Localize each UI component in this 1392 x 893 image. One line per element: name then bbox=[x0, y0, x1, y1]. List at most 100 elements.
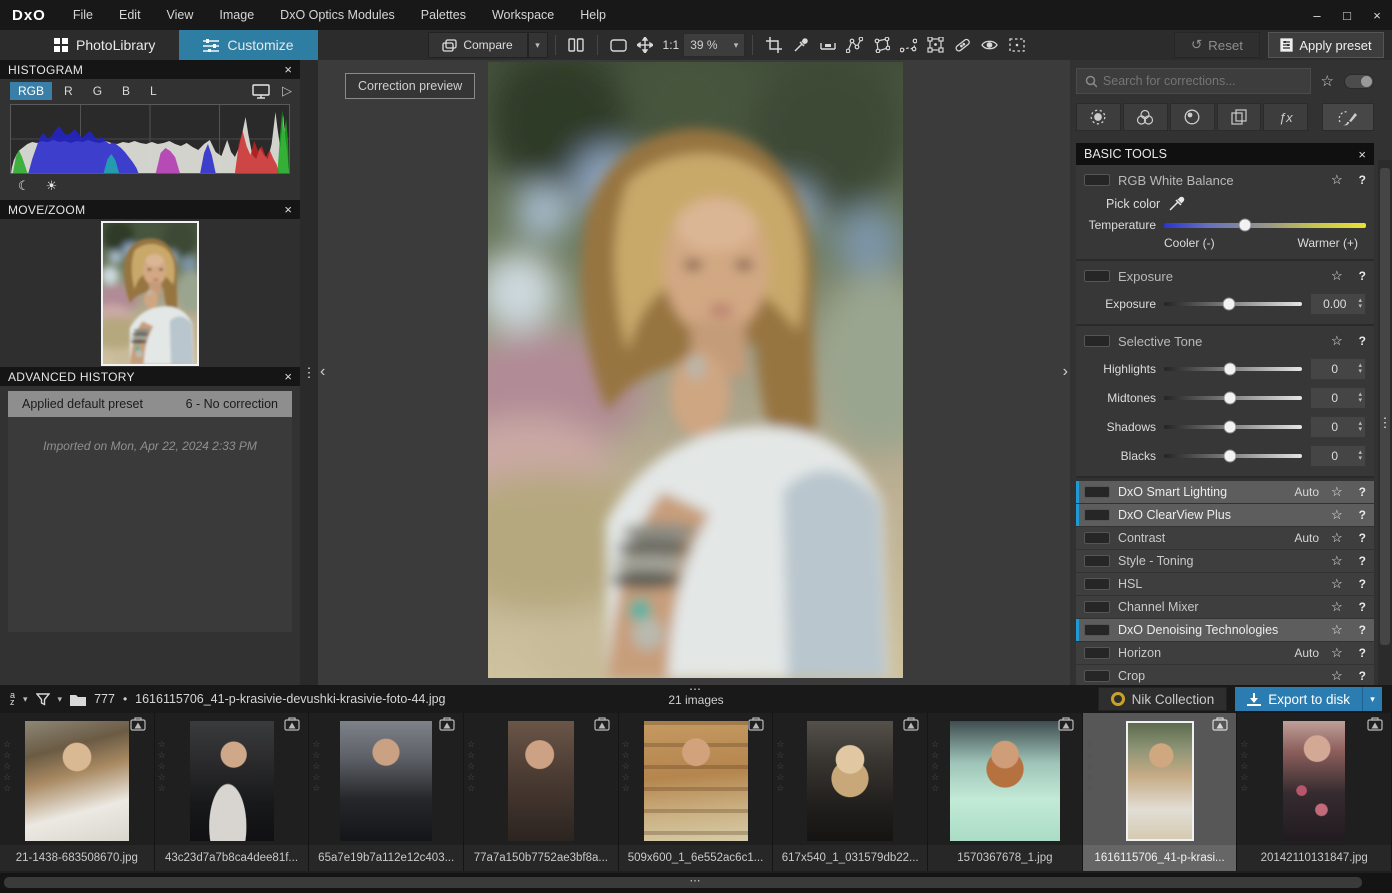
filmstrip-item[interactable]: ☆☆☆☆☆ 20142110131847.jpg bbox=[1237, 713, 1392, 871]
menu-dxo-optics-modules[interactable]: DxO Optics Modules bbox=[267, 0, 408, 30]
fx-category-icon[interactable]: ƒx bbox=[1263, 103, 1308, 131]
menu-file[interactable]: File bbox=[60, 0, 106, 30]
eyedropper-icon[interactable] bbox=[787, 32, 814, 58]
help-icon[interactable]: ? bbox=[1359, 577, 1366, 591]
slider-knob[interactable] bbox=[1222, 298, 1235, 311]
correction-preview-button[interactable]: Correction preview bbox=[345, 73, 475, 99]
midtones-slider[interactable] bbox=[1164, 396, 1302, 400]
midtones-value-box[interactable]: 0▴▾ bbox=[1310, 387, 1366, 409]
exposure-slider[interactable] bbox=[1164, 302, 1302, 306]
horizon-tool-icon[interactable] bbox=[814, 32, 841, 58]
highlight-clipping-sun-icon[interactable]: ☀ bbox=[46, 178, 58, 194]
histogram-tab-rgb[interactable]: RGB bbox=[10, 82, 52, 100]
nik-collection-button[interactable]: Nik Collection bbox=[1098, 687, 1228, 711]
favorite-star-icon[interactable]: ☆ bbox=[1331, 507, 1343, 523]
tab-customize[interactable]: Customize bbox=[179, 30, 317, 60]
photo-thumbnail[interactable] bbox=[25, 721, 129, 841]
help-icon[interactable]: ? bbox=[1359, 554, 1366, 568]
color-category-icon[interactable] bbox=[1123, 103, 1168, 131]
fit-screen-icon[interactable] bbox=[605, 32, 632, 58]
temperature-slider[interactable] bbox=[1164, 223, 1366, 228]
photo-thumbnail[interactable] bbox=[807, 721, 893, 841]
histogram-tab-g[interactable]: G bbox=[85, 82, 110, 100]
tool-section-dxo-clearview-plus[interactable]: DxO ClearView Plus ☆ ? bbox=[1076, 504, 1374, 526]
help-icon[interactable]: ? bbox=[1359, 508, 1366, 522]
maximize-icon[interactable]: □ bbox=[1332, 0, 1362, 30]
main-photo[interactable] bbox=[488, 62, 903, 678]
highlights-slider[interactable] bbox=[1164, 367, 1302, 371]
filmstrip-item[interactable]: ☆☆☆☆☆ 1570367678_1.jpg bbox=[928, 713, 1083, 871]
sort-icon[interactable]: az bbox=[10, 692, 15, 706]
export-to-disk-button[interactable]: Export to disk bbox=[1235, 687, 1362, 711]
sort-dropdown-icon[interactable]: ▾ bbox=[23, 694, 28, 705]
filmstrip-item[interactable]: ☆☆☆☆☆ 509x600_1_6e552ac6c1... bbox=[619, 713, 774, 871]
show-corrections-eye-icon[interactable] bbox=[976, 32, 1003, 58]
close-icon[interactable]: × bbox=[284, 369, 292, 384]
filmstrip-item-selected[interactable]: ☆☆☆☆☆ 1616115706_41-p-krasi... bbox=[1083, 713, 1238, 871]
photo-thumbnail[interactable] bbox=[950, 721, 1060, 841]
tool-section-crop[interactable]: Crop ☆ ? bbox=[1076, 665, 1374, 687]
star-rating[interactable]: ☆☆☆☆☆ bbox=[622, 739, 630, 793]
filmstrip-item[interactable]: ☆☆☆☆☆ 65a7e19b7a112e12c403... bbox=[309, 713, 464, 871]
spin-down-icon[interactable]: ▾ bbox=[1358, 456, 1362, 462]
help-icon[interactable]: ? bbox=[1359, 269, 1366, 283]
menu-view[interactable]: View bbox=[154, 0, 207, 30]
enable-toggle[interactable] bbox=[1084, 601, 1110, 613]
star-rating[interactable]: ☆☆☆☆☆ bbox=[467, 739, 475, 793]
right-panel-scrollbar[interactable]: ⋮ bbox=[1378, 160, 1392, 685]
compare-dropdown-icon[interactable]: ▾ bbox=[528, 32, 548, 58]
filmstrip-scrollbar[interactable]: ⋯ bbox=[0, 873, 1392, 893]
help-icon[interactable]: ? bbox=[1359, 600, 1366, 614]
tab-photolibrary[interactable]: PhotoLibrary bbox=[30, 30, 179, 60]
exposure-enable-toggle[interactable] bbox=[1084, 270, 1110, 282]
star-rating[interactable]: ☆☆☆☆☆ bbox=[776, 739, 784, 793]
shadows-value-box[interactable]: 0▴▾ bbox=[1310, 416, 1366, 438]
favorite-star-icon[interactable]: ☆ bbox=[1331, 484, 1343, 500]
drag-handle-icon[interactable]: ⋮ bbox=[1379, 420, 1392, 425]
scrollbar-thumb[interactable] bbox=[1380, 168, 1390, 645]
folder-name[interactable]: 777 bbox=[94, 692, 115, 706]
favorite-star-icon[interactable]: ☆ bbox=[1331, 268, 1343, 284]
pick-color-eyedropper-icon[interactable] bbox=[1168, 196, 1186, 212]
navigator-thumbnail[interactable] bbox=[101, 221, 199, 366]
histogram-tab-l[interactable]: L bbox=[142, 82, 165, 100]
tool-section-contrast[interactable]: Contrast Auto ☆ ? bbox=[1076, 527, 1374, 549]
split-view-icon[interactable] bbox=[563, 32, 590, 58]
apply-preset-button[interactable]: Apply preset bbox=[1268, 32, 1384, 58]
control-points-icon[interactable] bbox=[841, 32, 868, 58]
frame-grid-icon[interactable] bbox=[922, 32, 949, 58]
help-icon[interactable]: ? bbox=[1359, 646, 1366, 660]
star-rating[interactable]: ☆☆☆☆☆ bbox=[312, 739, 320, 793]
enable-toggle[interactable] bbox=[1084, 509, 1110, 521]
export-dropdown-icon[interactable]: ▾ bbox=[1362, 687, 1382, 711]
close-window-icon[interactable]: × bbox=[1362, 0, 1392, 30]
filmstrip-item[interactable]: ☆☆☆☆☆ 77a7a150b7752ae3bf8a... bbox=[464, 713, 619, 871]
slider-knob[interactable] bbox=[1224, 363, 1237, 376]
geometry-category-icon[interactable] bbox=[1217, 103, 1262, 131]
favorite-star-icon[interactable]: ☆ bbox=[1331, 599, 1343, 615]
favorites-star-icon[interactable]: ☆ bbox=[1321, 72, 1334, 90]
slider-knob[interactable] bbox=[1238, 219, 1251, 232]
monitor-icon[interactable] bbox=[252, 84, 270, 99]
photo-thumbnail[interactable] bbox=[1283, 721, 1345, 841]
help-icon[interactable]: ? bbox=[1359, 531, 1366, 545]
collapse-right-panel-icon[interactable]: › bbox=[1063, 363, 1068, 381]
dashed-selection-icon[interactable] bbox=[1003, 32, 1030, 58]
star-rating[interactable]: ☆☆☆☆☆ bbox=[3, 739, 11, 793]
spin-down-icon[interactable]: ▾ bbox=[1358, 398, 1362, 404]
local-adjustments-icon[interactable] bbox=[1322, 103, 1374, 131]
photo-thumbnail[interactable] bbox=[340, 721, 432, 841]
light-category-icon[interactable] bbox=[1076, 103, 1121, 131]
compare-button[interactable]: Compare bbox=[428, 32, 528, 58]
photo-thumbnail[interactable] bbox=[508, 721, 574, 841]
photo-thumbnail[interactable] bbox=[190, 721, 274, 841]
menu-edit[interactable]: Edit bbox=[106, 0, 154, 30]
drag-handle-icon[interactable]: ⋯ bbox=[690, 874, 703, 887]
close-icon[interactable]: × bbox=[284, 62, 292, 77]
zoom-level-select[interactable]: 39 % ▾ bbox=[683, 33, 745, 57]
blacks-value-box[interactable]: 0▴▾ bbox=[1310, 445, 1366, 467]
spin-down-icon[interactable]: ▾ bbox=[1358, 369, 1362, 375]
favorite-star-icon[interactable]: ☆ bbox=[1331, 668, 1343, 684]
search-corrections-box[interactable] bbox=[1076, 68, 1311, 94]
history-entry-row[interactable]: Applied default preset 6 - No correction bbox=[8, 391, 292, 417]
